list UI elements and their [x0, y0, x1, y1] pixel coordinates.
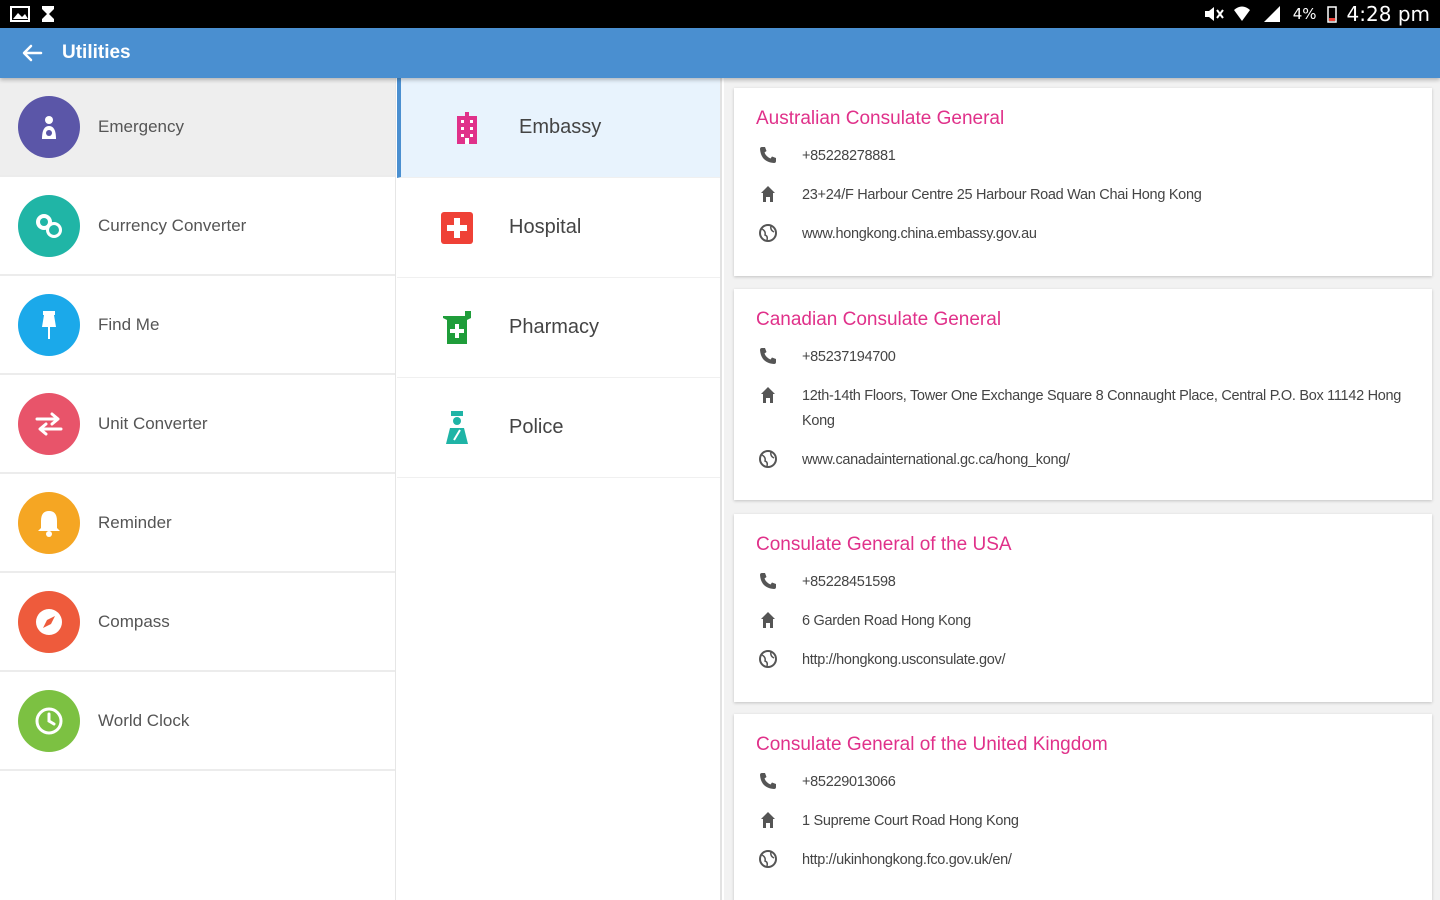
globe-icon	[756, 648, 780, 670]
building-icon	[447, 108, 487, 148]
police-icon	[437, 408, 477, 448]
wifi-icon	[1233, 5, 1253, 23]
pharmacy-icon	[437, 308, 477, 348]
globe-icon	[756, 848, 780, 870]
website-link: www.hongkong.china.embassy.gov.au	[802, 226, 1037, 242]
address-row: 1 Supreme Court Road Hong Kong	[756, 809, 1410, 834]
category-item-embassy[interactable]: Embassy	[397, 78, 720, 178]
address-text: 6 Garden Road Hong Kong	[802, 613, 971, 629]
consulate-card[interactable]: Canadian Consulate General +85237194700 …	[734, 289, 1432, 500]
category-item-hospital[interactable]: Hospital	[397, 178, 720, 278]
phone-number: +85228278881	[802, 148, 896, 164]
util-item-currency-converter[interactable]: Currency Converter	[0, 177, 395, 276]
hourglass-icon	[40, 5, 60, 23]
consulate-name: Canadian Consulate General	[756, 309, 1002, 330]
image-icon	[10, 5, 30, 23]
util-label: Compass	[98, 611, 170, 631]
util-item-unit-converter[interactable]: Unit Converter	[0, 375, 395, 474]
consulate-card[interactable]: Australian Consulate General +8522827888…	[734, 88, 1432, 276]
website-row[interactable]: www.hongkong.china.embassy.gov.au	[756, 222, 1410, 247]
back-button[interactable]	[16, 37, 48, 69]
address-row: 6 Garden Road Hong Kong	[756, 609, 1410, 634]
address-row: 12th-14th Floors, Tower One Exchange Squ…	[756, 384, 1410, 434]
phone-number: +85229013066	[802, 774, 896, 790]
battery-icon	[1326, 5, 1337, 23]
phone-number: +85228451598	[802, 574, 896, 590]
address-text: 23+24/F Harbour Centre 25 Harbour Road W…	[802, 187, 1202, 203]
emergency-icon	[18, 95, 80, 158]
pin-icon	[18, 293, 80, 356]
consulate-name: Consulate General of the United Kingdom	[756, 734, 1108, 755]
consulate-list: Australian Consulate General +8522827888…	[724, 78, 1440, 900]
home-icon	[756, 609, 780, 631]
website-row[interactable]: http://ukinhongkong.fco.gov.uk/en/	[756, 848, 1410, 873]
home-icon	[756, 809, 780, 831]
phone-icon	[756, 345, 780, 367]
website-link: http://hongkong.usconsulate.gov/	[802, 652, 1006, 668]
currency-icon	[18, 194, 80, 257]
swap-icon	[18, 392, 80, 455]
status-bar: 4% 4:28 pm	[0, 0, 1440, 28]
category-list: Embassy Hospital Pharmacy Police	[397, 78, 722, 900]
category-item-pharmacy[interactable]: Pharmacy	[397, 278, 720, 378]
util-label: Unit Converter	[98, 413, 208, 433]
address-text: 12th-14th Floors, Tower One Exchange Squ…	[802, 388, 1402, 429]
status-right: 4% 4:28 pm	[1203, 2, 1430, 26]
signal-icon	[1263, 5, 1283, 23]
arrow-back-icon	[22, 44, 43, 62]
website-link: www.canadainternational.gc.ca/hong_kong/	[802, 452, 1070, 468]
status-left	[10, 5, 60, 23]
phone-row[interactable]: +85228278881	[756, 144, 1410, 169]
util-item-compass[interactable]: Compass	[0, 573, 395, 672]
website-row[interactable]: http://hongkong.usconsulate.gov/	[756, 648, 1410, 673]
hospital-icon	[437, 208, 477, 248]
website-link: http://ukinhongkong.fco.gov.uk/en/	[802, 852, 1012, 868]
compass-icon	[18, 590, 80, 653]
phone-row[interactable]: +85228451598	[756, 570, 1410, 595]
consulate-name: Australian Consulate General	[756, 108, 1005, 129]
util-label: Find Me	[98, 314, 160, 334]
home-icon	[756, 384, 780, 406]
util-label: Reminder	[98, 512, 172, 532]
bell-icon	[18, 491, 80, 554]
util-item-world-clock[interactable]: World Clock	[0, 672, 395, 771]
phone-number: +85237194700	[802, 349, 896, 365]
page-title: Utilities	[62, 42, 131, 63]
phone-row[interactable]: +85229013066	[756, 770, 1410, 795]
category-label: Police	[509, 416, 564, 438]
category-label: Hospital	[509, 216, 582, 238]
home-icon	[756, 183, 780, 205]
consulate-card[interactable]: Consulate General of the United Kingdom …	[734, 714, 1432, 900]
util-item-emergency[interactable]: Emergency	[0, 78, 395, 177]
phone-icon	[756, 570, 780, 592]
clock-icon	[18, 689, 80, 752]
utilities-list: Emergency Currency Converter Find Me Uni…	[0, 78, 396, 900]
util-item-find-me[interactable]: Find Me	[0, 276, 395, 375]
globe-icon	[756, 448, 780, 470]
phone-icon	[756, 770, 780, 792]
address-text: 1 Supreme Court Road Hong Kong	[802, 813, 1019, 829]
consulate-name: Consulate General of the USA	[756, 534, 1012, 555]
website-row[interactable]: www.canadainternational.gc.ca/hong_kong/	[756, 448, 1410, 473]
app-bar: Utilities	[0, 28, 1440, 78]
phone-row[interactable]: +85237194700	[756, 345, 1410, 370]
status-time: 4:28 pm	[1346, 2, 1430, 26]
globe-icon	[756, 222, 780, 244]
mute-icon	[1203, 5, 1224, 23]
address-row: 23+24/F Harbour Centre 25 Harbour Road W…	[756, 183, 1410, 208]
util-label: Currency Converter	[98, 215, 247, 235]
util-item-reminder[interactable]: Reminder	[0, 474, 395, 573]
battery-percent: 4%	[1292, 5, 1317, 23]
category-label: Pharmacy	[509, 316, 600, 338]
category-label: Embassy	[519, 116, 602, 138]
category-item-police[interactable]: Police	[397, 378, 720, 478]
util-label: World Clock	[98, 710, 190, 730]
phone-icon	[756, 144, 780, 166]
util-label: Emergency	[98, 116, 184, 136]
consulate-card[interactable]: Consulate General of the USA +8522845159…	[734, 514, 1432, 702]
